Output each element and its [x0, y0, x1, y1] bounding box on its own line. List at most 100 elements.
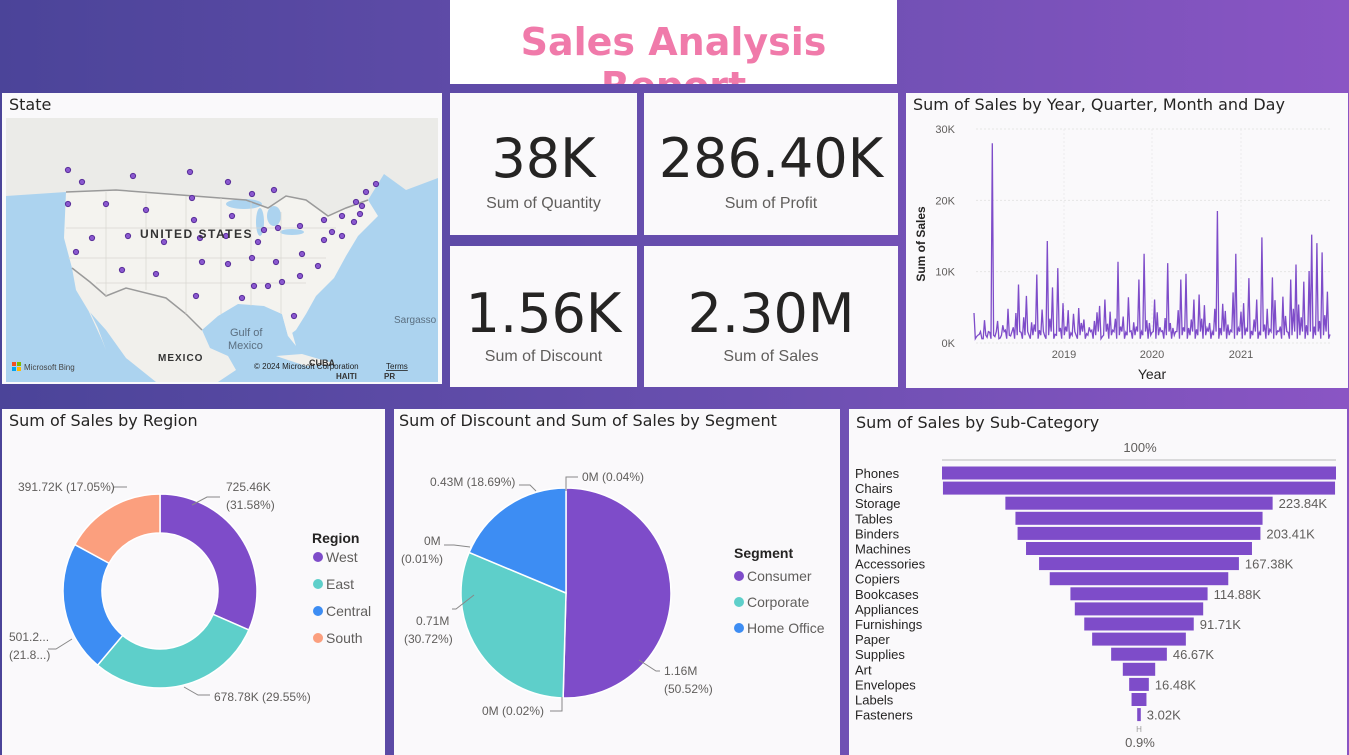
map-point — [314, 262, 322, 270]
map-bing-label: Microsoft Bing — [24, 363, 75, 372]
segment-legend[interactable]: Consumer Corporate Home Office — [734, 568, 825, 636]
map-point — [228, 212, 236, 220]
map-point — [248, 254, 256, 262]
map-point — [356, 210, 364, 218]
title-banner: Sales Analysis Report — [450, 0, 897, 84]
segment-label-consumer: 1.16M — [664, 664, 697, 678]
map-lake-huron — [267, 206, 281, 226]
map-point — [338, 232, 346, 240]
funnel-category-bookcases: Bookcases — [855, 587, 919, 602]
map-copyright: © 2024 Microsoft Corporation — [254, 362, 359, 371]
line-y-tick: 20K — [935, 195, 955, 207]
map-point — [274, 224, 282, 232]
funnel-bar-tables[interactable] — [1015, 511, 1263, 525]
sales-line-chart[interactable]: Sum of Sales Year 0K10K20K30K 2019 2020 20… — [906, 116, 1348, 388]
funnel-value-storage: 223.84K — [1279, 496, 1328, 511]
kpi-quantity-value: 38K — [491, 127, 596, 190]
line-y-tick: 10K — [935, 267, 955, 279]
funnel-bar-labels[interactable] — [1131, 693, 1147, 706]
funnel-bar-envelopes[interactable] — [1129, 677, 1149, 691]
map-point — [272, 258, 280, 266]
funnel-bar-accessories[interactable] — [1039, 557, 1239, 571]
region-label-east: 678.78K (29.55%) — [214, 690, 311, 704]
funnel-category-art: Art — [855, 662, 872, 677]
pie-slices[interactable] — [460, 487, 672, 699]
map-point — [296, 272, 304, 280]
region-label-west: 725.46K — [226, 480, 271, 494]
funnel-bar-copiers[interactable] — [1049, 572, 1229, 586]
map-point — [264, 282, 272, 290]
funnel-bar-fasteners[interactable] — [1137, 708, 1141, 722]
funnel-value-bookcases: 114.88K — [1214, 587, 1262, 602]
legend-item-east[interactable]: East — [326, 576, 354, 592]
donut-slices[interactable] — [62, 493, 258, 689]
region-legend[interactable]: West East Central South — [313, 549, 371, 646]
funnel-bottom-pct: 0.9% — [1125, 735, 1155, 750]
state-map[interactable]: UNITED STATES MEXICO Gulf of Mexico CUBA… — [6, 118, 438, 382]
funnel-value-supplies: 46.67K — [1173, 647, 1215, 662]
region-panel: Sum of Sales by Region 725.46K (31.58%) … — [2, 409, 385, 755]
map-point — [296, 222, 304, 230]
funnel-bar-art[interactable] — [1122, 662, 1156, 676]
map-gulf-label-2: Mexico — [228, 340, 263, 352]
map-point — [250, 282, 258, 290]
pie-slice-consumer[interactable] — [562, 487, 672, 699]
funnel-value-binders: 203.41K — [1266, 526, 1315, 541]
line-y-tick: 30K — [935, 124, 955, 136]
funnel-value-envelopes: 16.48K — [1155, 677, 1197, 692]
map-point — [186, 168, 194, 176]
funnel-bar-chairs[interactable] — [942, 481, 1336, 495]
line-y-tick: 0K — [942, 338, 956, 350]
funnel-bar-machines[interactable] — [1026, 542, 1252, 555]
map-title: State — [9, 95, 52, 114]
funnel-bar-furnishings[interactable] — [1084, 617, 1194, 631]
sales-line-panel: Sum of Sales by Year, Quarter, Month and… — [906, 93, 1348, 388]
segment-pie-chart[interactable]: 0M (0.04%) 1.16M (50.52%) 0M (0.02%) 0.7… — [394, 435, 840, 755]
donut-slice-west[interactable] — [159, 493, 258, 631]
funnel-bars[interactable] — [942, 466, 1336, 722]
funnel-bar-appliances[interactable] — [1074, 602, 1204, 616]
legend-item-south[interactable]: South — [326, 630, 363, 646]
funnel-category-machines: Machines — [855, 542, 911, 557]
map-point — [124, 232, 132, 240]
donut-slice-central[interactable] — [62, 543, 124, 667]
kpi-discount-label: Sum of Discount — [484, 348, 603, 365]
map-point — [338, 212, 346, 220]
legend-item-home-office[interactable]: Home Office — [747, 620, 825, 636]
segment-label-corporate: 0.71M — [416, 614, 449, 628]
funnel-bar-paper[interactable] — [1092, 632, 1186, 646]
subcategory-funnel-chart[interactable]: 100% PhonesChairsStorageTablesBindersMac… — [849, 409, 1347, 755]
legend-dot-home-office — [734, 623, 744, 633]
map-point — [238, 294, 246, 302]
funnel-bar-bookcases[interactable] — [1070, 587, 1208, 601]
map-point — [188, 194, 196, 202]
map-terms-link[interactable]: Terms — [386, 362, 408, 371]
map-panel: State UNITED STATES MEXICO Gulf of Mexic… — [2, 93, 442, 384]
funnel-bar-storage[interactable] — [1005, 496, 1273, 510]
segment-label-top-right: 0M (0.04%) — [582, 470, 644, 484]
line-y-axis-label: Sum of Sales — [914, 206, 928, 282]
funnel-category-binders: Binders — [855, 526, 900, 541]
region-donut-chart[interactable]: 725.46K (31.58%) 678.78K (29.55%) 501.2.… — [2, 435, 385, 755]
map-point — [192, 292, 200, 300]
legend-dot-south — [313, 633, 323, 643]
kpi-card-sales: 2.30M Sum of Sales — [644, 246, 898, 387]
funnel-bar-phones[interactable] — [942, 466, 1336, 480]
legend-item-central[interactable]: Central — [326, 603, 371, 619]
region-chart-title: Sum of Sales by Region — [9, 411, 198, 430]
report-title: Sales Analysis Report — [520, 20, 827, 84]
region-label-west-pct: (31.58%) — [226, 498, 275, 512]
donut-slice-east[interactable] — [96, 613, 250, 689]
map-point — [78, 178, 86, 186]
legend-item-consumer[interactable]: Consumer — [747, 568, 812, 584]
segment-label-corporate-pct: (30.72%) — [404, 632, 453, 646]
line-x-ticks: 2019 2020 2021 — [1052, 349, 1253, 361]
map-point — [290, 312, 298, 320]
map-point — [254, 238, 262, 246]
funnel-bar-supplies[interactable] — [1111, 647, 1167, 661]
legend-item-west[interactable]: West — [326, 549, 358, 565]
subcategory-panel: Sum of Sales by Sub-Category 100% Phones… — [849, 409, 1347, 755]
kpi-profit-label: Sum of Profit — [724, 195, 818, 212]
legend-item-corporate[interactable]: Corporate — [747, 594, 809, 610]
funnel-bar-binders[interactable] — [1017, 526, 1261, 540]
